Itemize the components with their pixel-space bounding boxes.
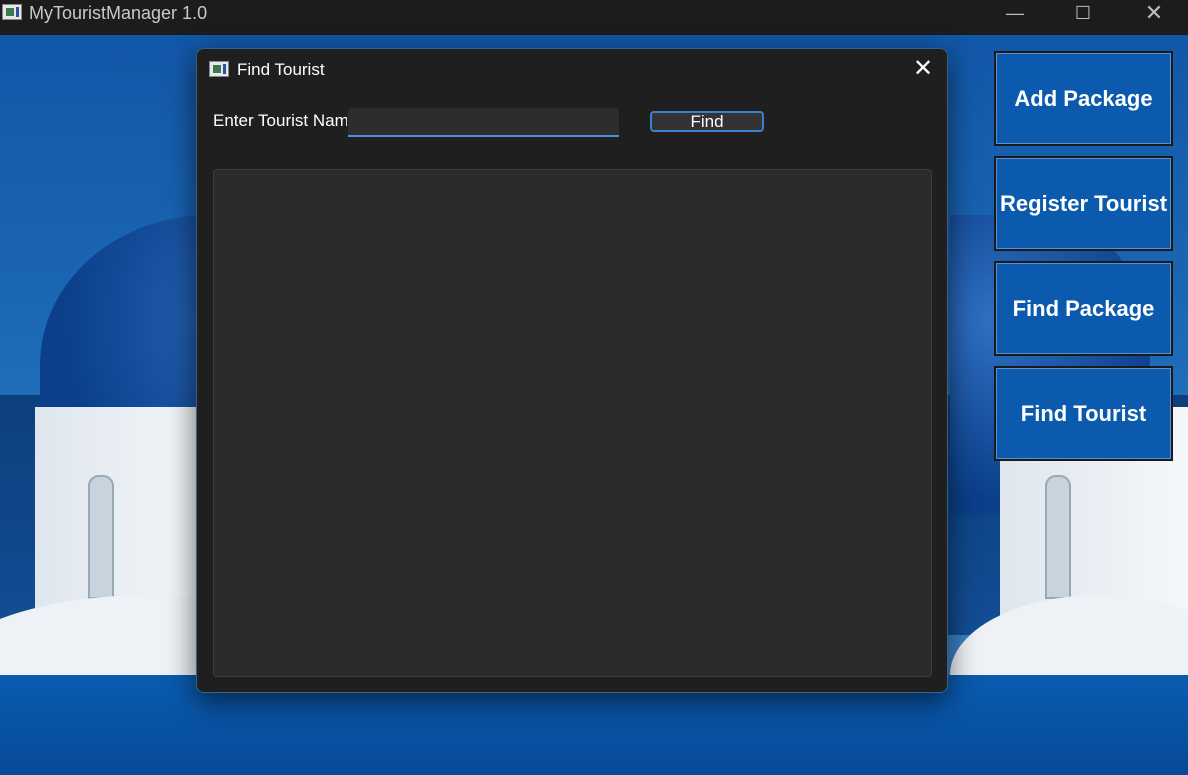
maximize-icon[interactable]: ☐ xyxy=(1063,0,1103,30)
register-tourist-button[interactable]: Register Tourist xyxy=(994,156,1173,251)
dialog-title: Find Tourist xyxy=(237,60,325,79)
app-icon xyxy=(2,4,22,20)
add-package-button[interactable]: Add Package xyxy=(994,51,1173,146)
find-tourist-dialog: Find Tourist ✕ Enter Tourist Nam Find xyxy=(196,48,948,693)
find-package-button[interactable]: Find Package xyxy=(994,261,1173,356)
dialog-app-icon xyxy=(209,61,229,77)
find-button[interactable]: Find xyxy=(650,111,764,132)
minimize-icon[interactable]: — xyxy=(995,0,1035,30)
tourist-name-label: Enter Tourist Nam xyxy=(213,111,347,130)
app-title: MyTouristManager 1.0 xyxy=(29,3,208,23)
tourist-name-input[interactable] xyxy=(348,108,619,137)
close-icon[interactable]: ✕ xyxy=(1134,0,1174,30)
app-titlebar: MyTouristManager 1.0 — ☐ ✕ xyxy=(0,0,1188,35)
dialog-close-icon[interactable]: ✕ xyxy=(907,55,939,85)
find-tourist-button[interactable]: Find Tourist xyxy=(994,366,1173,461)
dialog-titlebar: Find Tourist ✕ xyxy=(197,49,947,93)
results-panel xyxy=(213,169,932,677)
